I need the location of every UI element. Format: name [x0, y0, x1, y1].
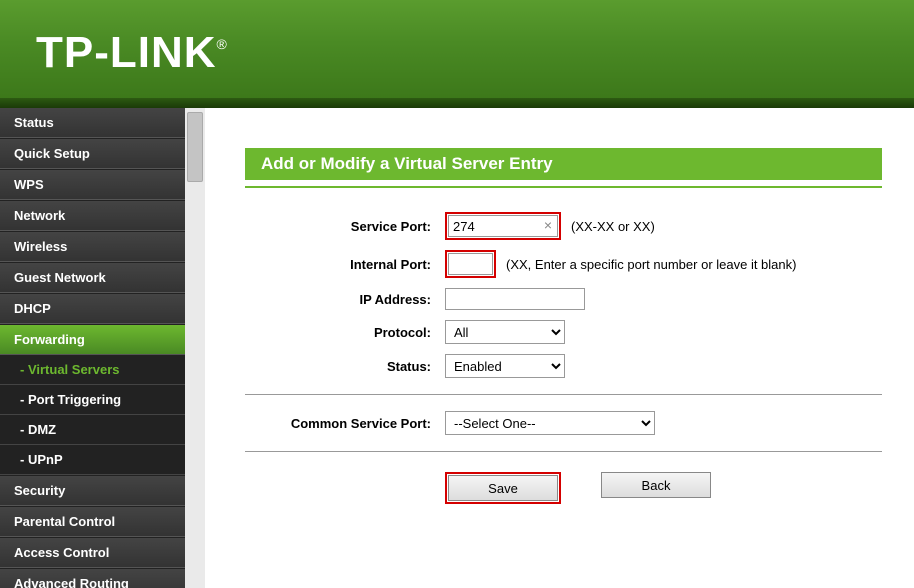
select-protocol[interactable]: All [445, 320, 565, 344]
label-protocol: Protocol: [245, 325, 445, 340]
input-ip-address[interactable] [445, 288, 585, 310]
sidebar-item-advanced-routing[interactable]: Advanced Routing [0, 568, 185, 588]
highlight-service-port [445, 212, 561, 240]
label-common-service-port: Common Service Port: [245, 416, 445, 431]
highlight-save: Save [445, 472, 561, 504]
input-internal-port[interactable] [448, 253, 493, 275]
label-internal-port: Internal Port: [245, 257, 445, 272]
title-divider [245, 186, 882, 188]
row-common-service-port: Common Service Port: --Select One-- [245, 411, 882, 435]
button-row: Save Back [245, 472, 882, 504]
brand-logo: TP-LINK® [0, 0, 914, 78]
scroll-thumb[interactable] [187, 112, 203, 182]
section-divider-2 [245, 451, 882, 452]
sidebar-item-status[interactable]: Status [0, 108, 185, 138]
sidebar-item-network[interactable]: Network [0, 200, 185, 231]
select-status[interactable]: Enabled [445, 354, 565, 378]
sidebar-item-security[interactable]: Security [0, 475, 185, 506]
sidebar-item-parental-control[interactable]: Parental Control [0, 506, 185, 537]
label-status: Status: [245, 359, 445, 374]
input-service-port[interactable] [448, 215, 558, 237]
sidebar-scrollbar[interactable] [185, 108, 205, 588]
sidebar-sub-virtual-servers[interactable]: - Virtual Servers [0, 355, 185, 385]
sidebar: Status Quick Setup WPS Network Wireless … [0, 108, 185, 588]
header: TP-LINK® [0, 0, 914, 108]
sidebar-sub-port-triggering[interactable]: - Port Triggering [0, 385, 185, 415]
page-title: Add or Modify a Virtual Server Entry [245, 148, 882, 180]
sidebar-item-quick-setup[interactable]: Quick Setup [0, 138, 185, 169]
hint-internal-port: (XX, Enter a specific port number or lea… [506, 257, 796, 272]
row-protocol: Protocol: All [245, 320, 882, 344]
save-button[interactable]: Save [448, 475, 558, 501]
sidebar-sub-upnp[interactable]: - UPnP [0, 445, 185, 475]
back-button[interactable]: Back [601, 472, 711, 498]
sidebar-sub-dmz[interactable]: - DMZ [0, 415, 185, 445]
row-internal-port: Internal Port: (XX, Enter a specific por… [245, 250, 882, 278]
section-divider-1 [245, 394, 882, 395]
label-ip-address: IP Address: [245, 292, 445, 307]
sidebar-item-forwarding[interactable]: Forwarding [0, 324, 185, 355]
sidebar-container: Status Quick Setup WPS Network Wireless … [0, 108, 205, 588]
main-content: Add or Modify a Virtual Server Entry Ser… [205, 108, 914, 588]
sidebar-item-wireless[interactable]: Wireless [0, 231, 185, 262]
sidebar-item-guest-network[interactable]: Guest Network [0, 262, 185, 293]
sidebar-item-access-control[interactable]: Access Control [0, 537, 185, 568]
sidebar-item-dhcp[interactable]: DHCP [0, 293, 185, 324]
select-common-service-port[interactable]: --Select One-- [445, 411, 655, 435]
sidebar-item-wps[interactable]: WPS [0, 169, 185, 200]
row-status: Status: Enabled [245, 354, 882, 378]
row-ip-address: IP Address: [245, 288, 882, 310]
highlight-internal-port [445, 250, 496, 278]
row-service-port: Service Port: (XX-XX or XX) [245, 212, 882, 240]
hint-service-port: (XX-XX or XX) [571, 219, 655, 234]
label-service-port: Service Port: [245, 219, 445, 234]
